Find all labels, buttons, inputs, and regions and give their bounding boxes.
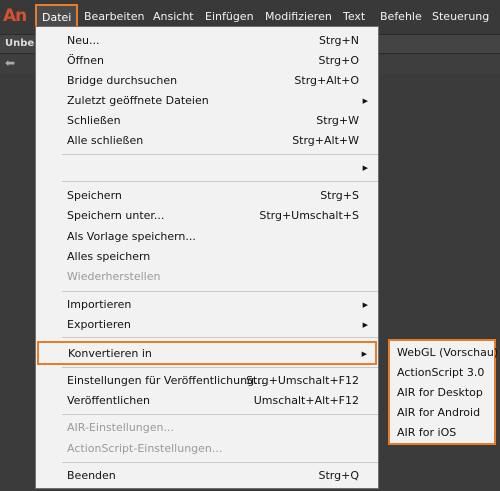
convert-to-submenu: WebGL (Vorschau) ActionScript 3.0 AIR fo… xyxy=(388,339,498,445)
menu-item-shortcut: Strg+Q xyxy=(318,469,359,482)
menu-item-label: Speichern unter... xyxy=(67,209,165,222)
menu-datei[interactable]: Datei xyxy=(35,4,79,28)
menu-item-label: Konvertieren in xyxy=(68,347,152,360)
menu-item-publish-settings[interactable]: Einstellungen für Veröffentlichung... St… xyxy=(36,371,378,391)
menu-item-unnamed[interactable]: ▶ xyxy=(36,158,378,178)
menu-item-open[interactable]: Öffnen Strg+O xyxy=(36,51,378,71)
menu-einfuegen[interactable]: Einfügen xyxy=(205,10,254,23)
menu-item-save-as-template[interactable]: Als Vorlage speichern... xyxy=(36,227,378,247)
menu-item-label: Alle schließen xyxy=(67,134,144,147)
menu-separator xyxy=(62,337,378,338)
app-logo: An xyxy=(3,6,27,26)
submenu-item-actionscript3[interactable]: ActionScript 3.0 xyxy=(397,363,497,383)
menu-item-quit[interactable]: Beenden Strg+Q xyxy=(36,466,378,486)
menu-item-label: ActionScript-Einstellungen... xyxy=(67,442,223,455)
menu-item-air-settings: AIR-Einstellungen... xyxy=(36,418,378,438)
menu-ansicht[interactable]: Ansicht xyxy=(153,10,194,23)
menu-item-import[interactable]: Importieren ▶ xyxy=(36,295,378,315)
menu-item-label: Veröffentlichen xyxy=(67,394,150,407)
menu-item-label: Bridge durchsuchen xyxy=(67,74,178,87)
menu-item-publish[interactable]: Veröffentlichen Umschalt+Alt+F12 xyxy=(36,391,378,411)
menu-item-recent-files[interactable]: Zuletzt geöffnete Dateien ▶ xyxy=(36,91,378,111)
menu-item-label: Öffnen xyxy=(67,54,104,67)
menu-item-new[interactable]: Neu... Strg+N xyxy=(36,31,378,51)
menu-item-label: Speichern xyxy=(67,189,122,202)
submenu-arrow-icon: ▶ xyxy=(362,97,368,105)
menu-item-shortcut: Strg+Alt+W xyxy=(292,134,359,147)
menu-steuerung[interactable]: Steuerung xyxy=(432,10,489,23)
menu-item-label: Zuletzt geöffnete Dateien xyxy=(67,94,209,107)
submenu-item-webgl[interactable]: WebGL (Vorschau) xyxy=(397,343,498,363)
menu-item-bridge[interactable]: Bridge durchsuchen Strg+Alt+O xyxy=(36,71,378,91)
menu-item-shortcut: Strg+S xyxy=(320,189,359,202)
submenu-item-air-desktop[interactable]: AIR for Desktop xyxy=(397,383,497,403)
menu-separator xyxy=(62,367,378,368)
menu-item-label: Als Vorlage speichern... xyxy=(67,230,196,243)
menu-separator xyxy=(62,154,378,155)
document-tab[interactable]: Unbe xyxy=(5,38,34,49)
menu-bearbeiten[interactable]: Bearbeiten xyxy=(84,10,144,23)
menu-item-shortcut: Strg+Umschalt+F12 xyxy=(246,374,359,387)
submenu-arrow-icon: ▶ xyxy=(362,164,368,172)
menu-item-convert-to[interactable]: Konvertieren in ▶ xyxy=(37,341,377,365)
menu-item-close[interactable]: Schließen Strg+W xyxy=(36,111,378,131)
menu-item-label: Importieren xyxy=(67,298,132,311)
menu-befehle[interactable]: Befehle xyxy=(380,10,422,23)
menu-item-label: Schließen xyxy=(67,114,121,127)
menu-item-shortcut: Strg+W xyxy=(316,114,359,127)
menu-item-revert: Wiederherstellen xyxy=(36,267,378,287)
menu-separator xyxy=(62,181,378,182)
submenu-item-air-android[interactable]: AIR for Android xyxy=(397,403,497,423)
menu-item-close-all[interactable]: Alle schließen Strg+Alt+W xyxy=(36,131,378,151)
menu-item-save-as[interactable]: Speichern unter... Strg+Umschalt+S xyxy=(36,206,378,226)
submenu-arrow-icon: ▶ xyxy=(362,301,368,309)
menu-item-label: Wiederherstellen xyxy=(67,270,161,283)
menu-item-shortcut: Strg+Alt+O xyxy=(294,74,359,87)
menu-item-save-all[interactable]: Alles speichern xyxy=(36,247,378,267)
menu-item-label: Einstellungen für Veröffentlichung... xyxy=(67,374,265,387)
back-arrow-icon[interactable]: ⬅ xyxy=(5,56,15,70)
menu-item-export[interactable]: Exportieren ▶ xyxy=(36,315,378,335)
submenu-arrow-icon: ▶ xyxy=(362,321,368,329)
submenu-item-air-ios[interactable]: AIR for iOS xyxy=(397,423,497,443)
file-menu: Neu... Strg+N Öffnen Strg+O Bridge durch… xyxy=(35,26,379,489)
menu-item-actionscript-settings: ActionScript-Einstellungen... xyxy=(36,439,378,459)
menu-item-save[interactable]: Speichern Strg+S xyxy=(36,186,378,206)
menu-item-shortcut: Strg+O xyxy=(318,54,359,67)
menu-item-shortcut: Strg+Umschalt+S xyxy=(259,209,359,222)
submenu-arrow-icon: ▶ xyxy=(361,350,367,358)
menu-item-label: Neu... xyxy=(67,34,100,47)
menu-separator xyxy=(62,414,378,415)
menu-text[interactable]: Text xyxy=(343,10,365,23)
menu-separator xyxy=(62,291,378,292)
menu-item-label: Beenden xyxy=(67,469,116,482)
menu-item-label: AIR-Einstellungen... xyxy=(67,421,174,434)
menu-item-shortcut: Strg+N xyxy=(318,34,359,47)
menu-separator xyxy=(62,462,378,463)
menu-item-shortcut: Umschalt+Alt+F12 xyxy=(253,394,359,407)
menu-item-label: Alles speichern xyxy=(67,250,151,263)
menu-item-label: Exportieren xyxy=(67,318,131,331)
menu-modifizieren[interactable]: Modifizieren xyxy=(265,10,332,23)
